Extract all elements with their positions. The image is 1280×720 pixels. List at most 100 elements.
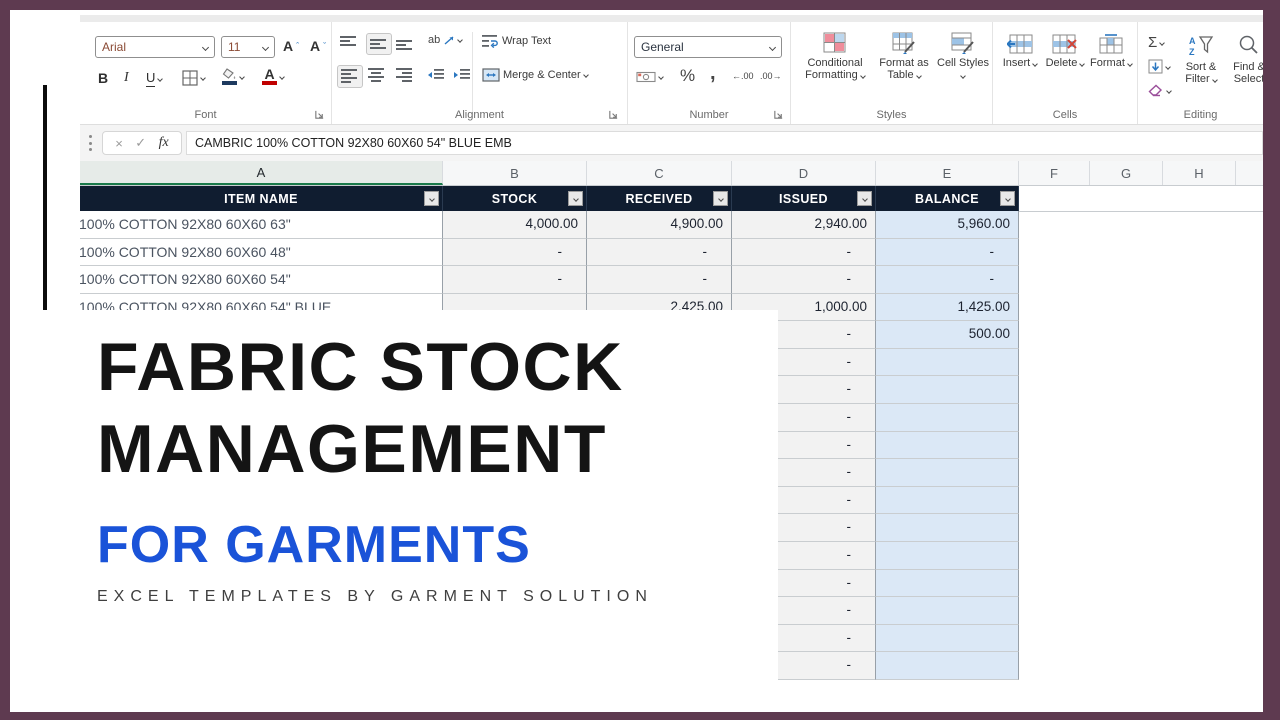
- increase-indent-icon: [454, 68, 471, 82]
- decrease-indent-icon: [428, 68, 445, 82]
- column-header-c[interactable]: C: [587, 161, 732, 185]
- cell-stock[interactable]: -: [443, 239, 587, 267]
- wrap-text-button[interactable]: Wrap Text: [482, 34, 551, 48]
- cell-balance[interactable]: [876, 459, 1019, 487]
- decrease-decimal-button[interactable]: .00→: [760, 72, 782, 80]
- bold-button[interactable]: B: [98, 70, 108, 86]
- accounting-format-button[interactable]: [636, 70, 663, 84]
- insert-function-icon[interactable]: fx: [159, 135, 169, 151]
- number-dialog-launcher-icon[interactable]: [773, 109, 784, 120]
- align-right-button[interactable]: [396, 68, 414, 83]
- find-select-button[interactable]: Find & Select: [1226, 34, 1263, 85]
- column-header-h[interactable]: H: [1163, 161, 1236, 185]
- filter-button[interactable]: [1000, 191, 1015, 206]
- cell-balance[interactable]: [876, 349, 1019, 377]
- column-header-f[interactable]: F: [1019, 161, 1090, 185]
- format-button[interactable]: Format: [1089, 34, 1133, 69]
- cells-group: Insert Delete Format Cells: [993, 22, 1138, 124]
- column-header-e[interactable]: E: [876, 161, 1019, 185]
- cell-balance[interactable]: [876, 625, 1019, 653]
- merge-center-icon: [482, 68, 500, 82]
- cell-balance[interactable]: -: [876, 266, 1019, 294]
- font-size-select[interactable]: 11: [221, 36, 275, 58]
- conditional-formatting-icon: [823, 32, 847, 54]
- filter-button[interactable]: [713, 191, 728, 206]
- chevron-down-icon: [279, 74, 285, 80]
- filter-button[interactable]: [857, 191, 872, 206]
- cell-item-name[interactable]: 100% COTTON 92X80 60X60 48": [80, 239, 443, 267]
- cell-balance[interactable]: 500.00: [876, 321, 1019, 349]
- merge-center-button[interactable]: Merge & Center: [482, 68, 588, 82]
- table-header-label: STOCK: [492, 192, 538, 206]
- cell-balance[interactable]: [876, 487, 1019, 515]
- delete-button[interactable]: Delete: [1043, 34, 1087, 69]
- increase-indent-button[interactable]: [454, 68, 471, 82]
- align-middle-button[interactable]: [366, 33, 392, 55]
- cell-balance[interactable]: [876, 597, 1019, 625]
- conditional-formatting-button[interactable]: Conditional Formatting: [801, 32, 869, 81]
- column-header-b[interactable]: B: [443, 161, 587, 185]
- cell-balance[interactable]: [876, 542, 1019, 570]
- cell-balance[interactable]: [876, 376, 1019, 404]
- number-format-select[interactable]: General: [634, 36, 782, 58]
- increase-font-button[interactable]: Aˆ: [283, 38, 299, 54]
- column-header-g[interactable]: G: [1090, 161, 1163, 185]
- alignment-dialog-launcher-icon[interactable]: [608, 109, 619, 120]
- filter-button[interactable]: [424, 191, 439, 206]
- align-center-icon: [368, 68, 386, 83]
- fill-color-button[interactable]: [222, 68, 244, 85]
- decrease-indent-button[interactable]: [428, 68, 445, 82]
- formula-bar-handle-icon[interactable]: [89, 135, 92, 151]
- cell-balance[interactable]: [876, 404, 1019, 432]
- orientation-button[interactable]: ab: [428, 34, 462, 46]
- percent-style-button[interactable]: %: [680, 66, 695, 86]
- cell-balance[interactable]: -: [876, 239, 1019, 267]
- filter-button[interactable]: [568, 191, 583, 206]
- align-center-button[interactable]: [368, 68, 386, 83]
- italic-button[interactable]: I: [124, 70, 129, 86]
- cell-stock[interactable]: -: [443, 266, 587, 294]
- autosum-button[interactable]: Σ: [1148, 34, 1164, 51]
- cell-item-name[interactable]: 100% COTTON 92X80 60X60 54": [80, 266, 443, 294]
- cell-balance[interactable]: [876, 514, 1019, 542]
- cell-issued[interactable]: -: [732, 266, 876, 294]
- cell-item-name[interactable]: 100% COTTON 92X80 60X60 63": [80, 211, 443, 239]
- column-header-d[interactable]: D: [732, 161, 876, 185]
- formula-enter-icon[interactable]: ✓: [135, 135, 146, 151]
- borders-button[interactable]: [182, 70, 205, 86]
- cell-issued[interactable]: 2,940.00: [732, 211, 876, 239]
- font-name-select[interactable]: Arial: [95, 36, 215, 58]
- cell-styles-button[interactable]: Cell Styles: [937, 32, 989, 81]
- formula-cancel-icon[interactable]: ×: [115, 136, 123, 151]
- align-bottom-button[interactable]: [396, 36, 414, 50]
- cell-received[interactable]: -: [587, 239, 732, 267]
- cell-balance[interactable]: [876, 652, 1019, 680]
- align-top-button[interactable]: [340, 36, 358, 50]
- comma-style-button[interactable]: ,: [710, 62, 716, 85]
- formula-input[interactable]: CAMBRIC 100% COTTON 92X80 60X60 54" BLUE…: [186, 131, 1263, 155]
- increase-decimal-button[interactable]: ←.00: [732, 72, 754, 80]
- fill-down-icon: [1148, 59, 1163, 74]
- cell-received[interactable]: -: [587, 266, 732, 294]
- cell-issued[interactable]: -: [732, 239, 876, 267]
- align-left-button[interactable]: [337, 65, 363, 88]
- cell-stock[interactable]: 4,000.00: [443, 211, 587, 239]
- cell-received[interactable]: 4,900.00: [587, 211, 732, 239]
- table-header-received: RECEIVED: [587, 186, 732, 211]
- cell-balance[interactable]: 5,960.00: [876, 211, 1019, 239]
- font-color-button[interactable]: A: [262, 68, 284, 85]
- insert-button[interactable]: Insert: [999, 34, 1041, 69]
- sort-filter-button[interactable]: AZ Sort & Filter: [1180, 34, 1222, 85]
- cell-balance[interactable]: [876, 432, 1019, 460]
- clear-button[interactable]: [1148, 84, 1171, 97]
- decrease-font-button[interactable]: Aˇ: [310, 38, 326, 54]
- column-header-a[interactable]: A: [80, 161, 443, 185]
- font-dialog-launcher-icon[interactable]: [314, 109, 325, 120]
- fill-button[interactable]: [1148, 59, 1170, 74]
- cell-balance[interactable]: [876, 570, 1019, 598]
- font-name-value: Arial: [102, 40, 126, 54]
- format-as-table-button[interactable]: Format as Table: [873, 32, 935, 81]
- underline-button[interactable]: U: [146, 70, 162, 87]
- cell-balance[interactable]: 1,425.00: [876, 294, 1019, 322]
- grid-line: [1019, 211, 1263, 212]
